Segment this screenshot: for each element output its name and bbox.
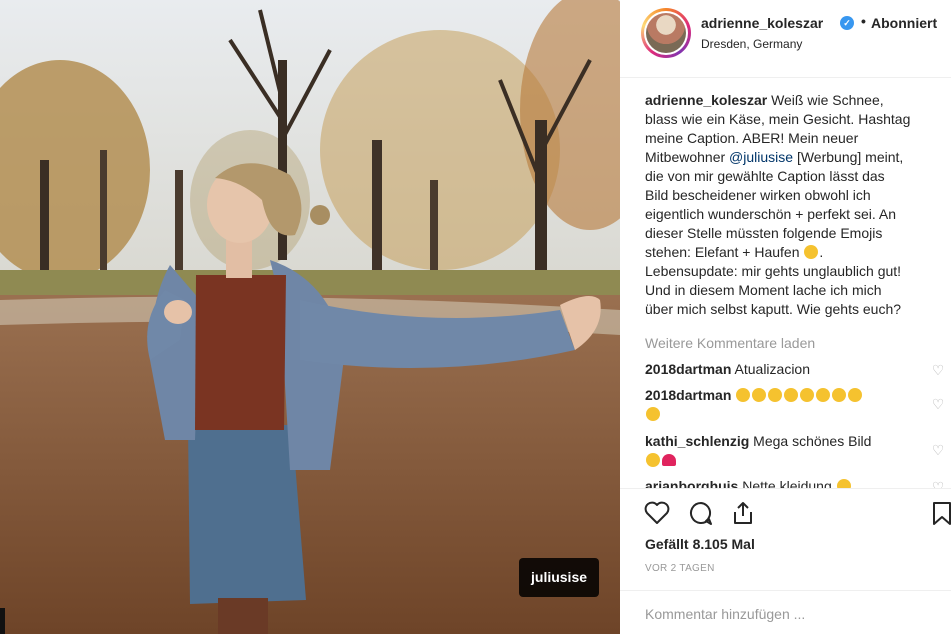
comment-item: 2018dartman Atualizacion [645, 360, 905, 379]
small-heart-icon[interactable]: ♡ [931, 443, 945, 457]
comment-item: kathi_schlenzig Mega schönes Bild [645, 432, 905, 470]
comment-item: 2018dartman [645, 386, 905, 424]
caption-line: dieser Stelle müssten folgende Emojis [645, 225, 883, 241]
raised-hands-emoji-icon [646, 407, 660, 421]
small-heart-icon[interactable]: ♡ [931, 480, 945, 488]
comment-text: Atualizacion [734, 361, 811, 377]
likes-label: Gefällt [645, 536, 689, 552]
comment-bubble-icon[interactable] [687, 499, 715, 527]
raised-hands-emoji-icon [848, 388, 863, 402]
caption-line: Und in diesem Moment lache ich mich [645, 282, 882, 298]
caption-line: Lebensupdate: mir gehts unglaublich gut! [645, 263, 902, 279]
photo-edge-marker [0, 608, 5, 634]
post-photo[interactable]: juliusise [0, 0, 620, 634]
caption-line: eigentlich wunderschön + perfekt sei. An [645, 206, 896, 222]
caption-line: . [819, 244, 824, 260]
comments-list[interactable]: adrienne_koleszar Weiß wie Schnee, blass… [645, 91, 951, 488]
red-heart-emoji-icon [662, 454, 676, 466]
avatar-image [646, 13, 686, 53]
caption-line: die von mir gewählte Caption lässt das [645, 168, 885, 184]
share-icon[interactable] [729, 499, 757, 527]
comment-username[interactable]: kathi_schlenzig [645, 433, 749, 449]
caption-line: Weiß wie Schnee, [771, 92, 884, 108]
raised-hands-emoji-icon [736, 388, 751, 402]
avatar[interactable] [641, 8, 691, 58]
comment-username[interactable]: 2018dartman [645, 361, 731, 377]
small-heart-icon[interactable]: ♡ [931, 397, 945, 411]
caption-username[interactable]: adrienne_koleszar [645, 92, 767, 108]
post-sidebar: adrienne_koleszar ✓ • Abonniert Dresden,… [620, 0, 951, 634]
post-header: adrienne_koleszar ✓ • Abonniert Dresden,… [620, 0, 951, 78]
post-timestamp[interactable]: VOR 2 TAGEN [645, 563, 715, 574]
caption-line: Mitbewohner [645, 149, 730, 165]
add-comment-input[interactable] [645, 606, 935, 622]
heart-icon[interactable] [643, 499, 671, 527]
likes-number: 8.105 Mal [692, 536, 755, 552]
verified-badge-icon: ✓ [840, 16, 854, 30]
raised-hands-emoji-icon [800, 388, 815, 402]
likes-count[interactable]: Gefällt 8.105 Mal [645, 536, 755, 552]
caption-line: stehen: Elefant + Haufen [645, 244, 800, 260]
raised-hands-emoji-icon [752, 388, 767, 402]
comment-username[interactable]: arjanborghuis [645, 478, 738, 488]
photo-scene [0, 0, 620, 634]
raised-hands-emoji-icon [832, 388, 847, 402]
comment-item: arjanborghuis Nette kleidung [645, 477, 905, 488]
photo-user-tag[interactable]: juliusise [519, 558, 600, 597]
caption-line: meine Caption. ABER! Mein neuer [645, 130, 859, 146]
header-separator: • [861, 13, 866, 29]
add-comment-section [620, 590, 951, 634]
thumbs-up-emoji-icon [836, 479, 851, 488]
raised-hands-emoji-icon [784, 388, 799, 402]
laughing-emoji-icon [804, 245, 819, 259]
caption-line: Bild bescheidener wirken obwohl ich [645, 187, 871, 203]
comment-username[interactable]: 2018dartman [645, 387, 731, 403]
small-heart-icon[interactable]: ♡ [931, 363, 945, 377]
heart-eyes-emoji-icon [646, 453, 660, 467]
mention-link[interactable]: @juliusise [729, 149, 793, 165]
caption-line: [Werbung] meint, [793, 149, 904, 165]
caption: adrienne_koleszar Weiß wie Schnee, blass… [645, 91, 951, 319]
follow-button[interactable]: Abonniert [871, 15, 937, 31]
avatar-ring-gap [644, 11, 688, 55]
header-username[interactable]: adrienne_koleszar [701, 15, 823, 31]
raised-hands-emoji-icon [768, 388, 783, 402]
location-link[interactable]: Dresden, Germany [701, 37, 802, 51]
comment-text: Mega schönes Bild [753, 433, 872, 449]
raised-hands-emoji-icon [816, 388, 831, 402]
post-actions: Gefällt 8.105 Mal VOR 2 TAGEN [620, 488, 951, 634]
bookmark-icon[interactable] [928, 499, 951, 527]
comment-text: Nette kleidung [742, 478, 832, 488]
caption-line: blass wie ein Käse, mein Gesicht. Hashta… [645, 111, 911, 127]
load-more-comments[interactable]: Weitere Kommentare laden [645, 334, 815, 353]
caption-line: über mich selbst kaputt. Wie gehts euch? [645, 301, 902, 317]
